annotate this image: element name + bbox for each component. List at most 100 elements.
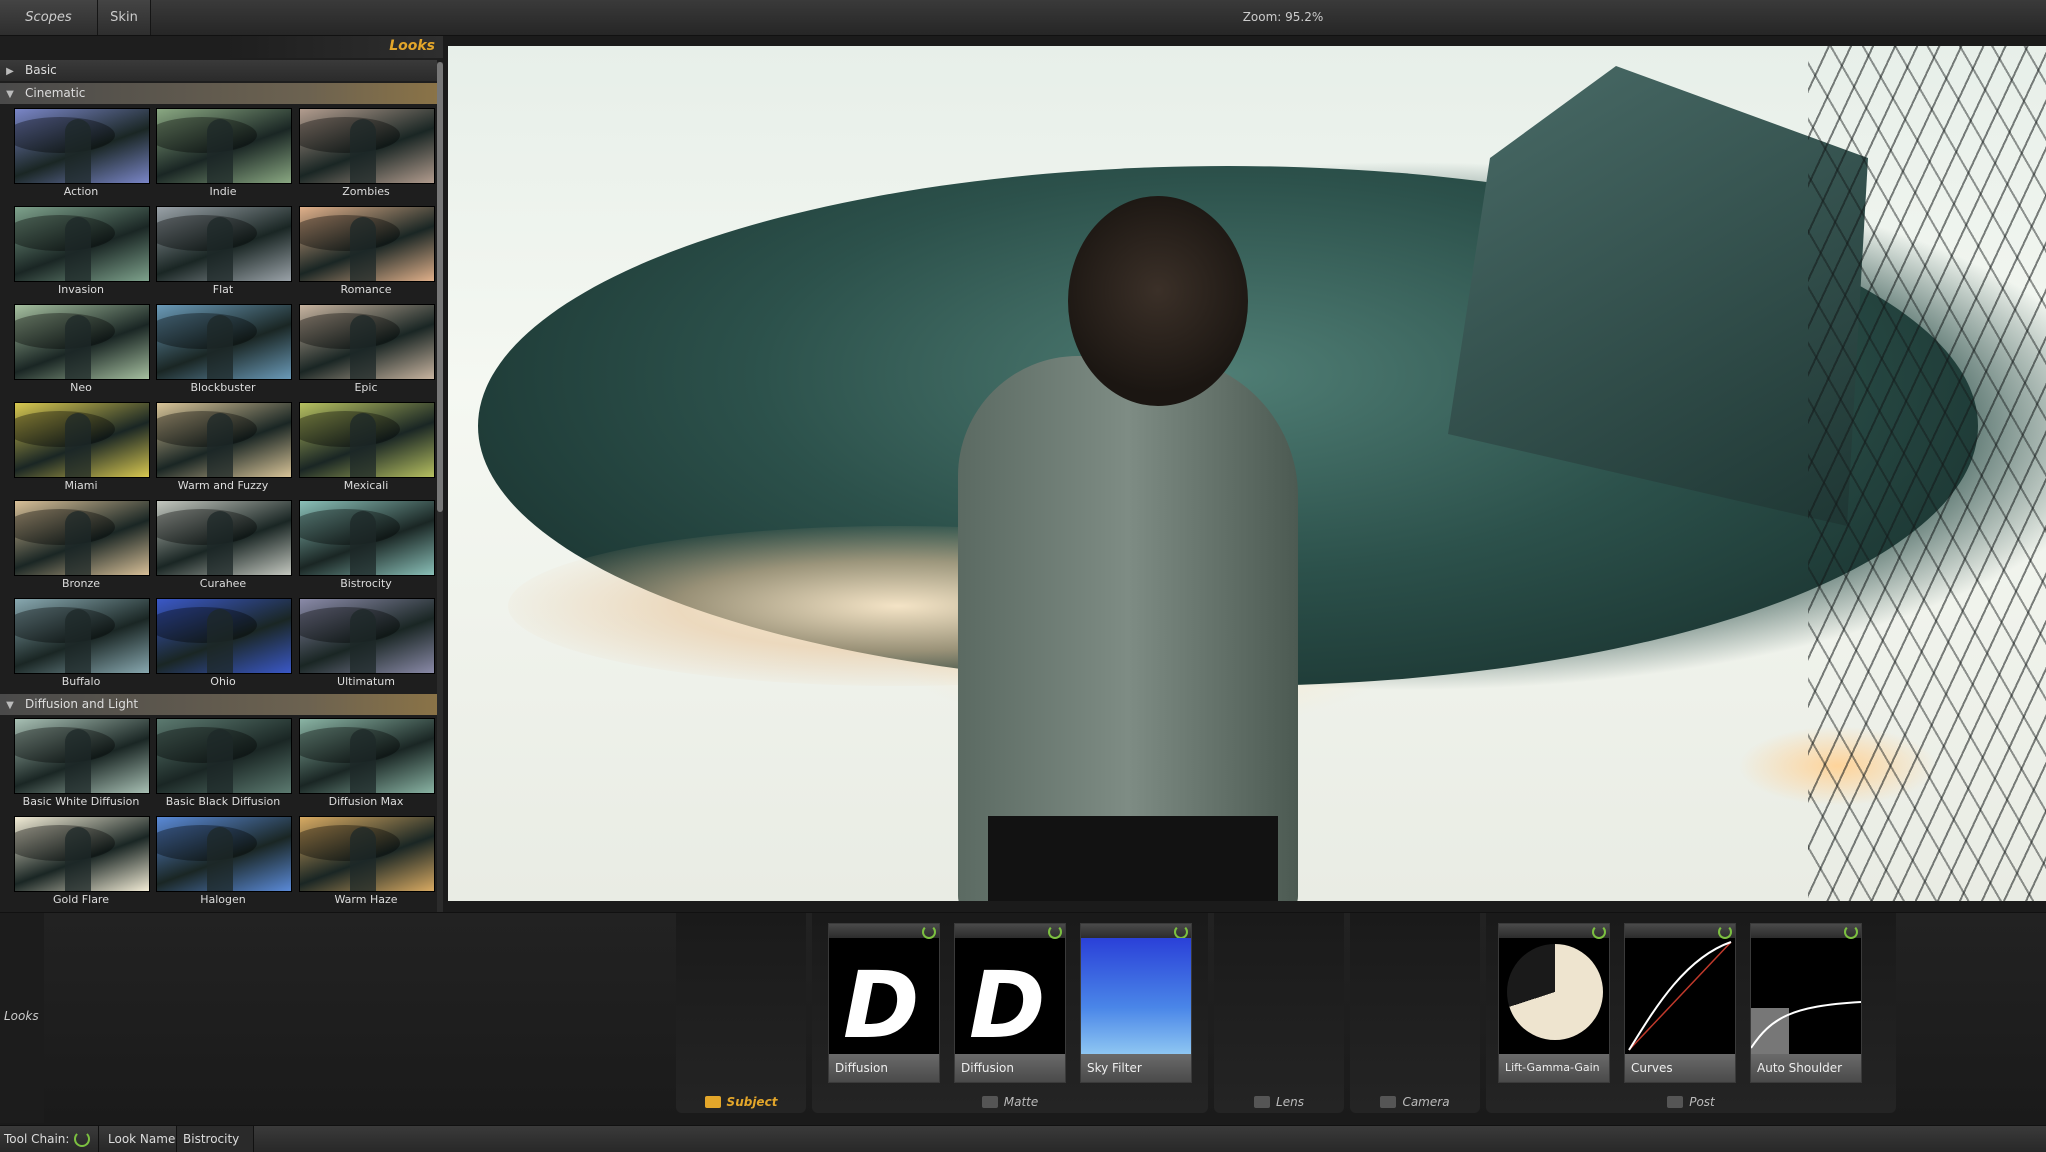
- tool-preview: [1751, 938, 1861, 1054]
- power-icon[interactable]: [1844, 925, 1858, 939]
- section-subject[interactable]: Subject: [676, 913, 806, 1113]
- expand-triangle-icon: ▶: [6, 66, 14, 77]
- status-bar: Tool Chain: Look Name: Bistrocity: [0, 1125, 2046, 1152]
- look-preview-image: [14, 718, 150, 794]
- look-thumbnail[interactable]: Blockbuster: [156, 304, 292, 402]
- scrollbar-thumb[interactable]: [437, 62, 443, 512]
- section-camera[interactable]: Camera: [1350, 913, 1480, 1113]
- look-thumbnail[interactable]: Flat: [156, 206, 292, 304]
- category-basic[interactable]: ▶ Basic: [0, 60, 437, 81]
- look-thumbnail[interactable]: Bistrocity: [299, 500, 435, 598]
- preview-person-shape: [207, 413, 233, 477]
- look-preview-image: [156, 108, 292, 184]
- preview-person-shape: [65, 511, 91, 575]
- tool-preview: D: [829, 938, 939, 1054]
- tool-preview: [1625, 938, 1735, 1054]
- look-thumbnail[interactable]: Action: [14, 108, 150, 206]
- tool-card-lift-gamma-gain[interactable]: Lift-Gamma-Gain: [1498, 923, 1610, 1083]
- look-preview-image: [156, 816, 292, 892]
- tool-card-sky-filter[interactable]: Sky Filter: [1080, 923, 1192, 1083]
- look-thumbnail[interactable]: Gold Flare: [14, 816, 150, 913]
- section-lens[interactable]: Lens: [1214, 913, 1344, 1113]
- look-thumbnail[interactable]: Mexicali: [299, 402, 435, 500]
- look-thumbnail[interactable]: Neo: [14, 304, 150, 402]
- tool-card-curves[interactable]: Curves: [1624, 923, 1736, 1083]
- look-name: Diffusion Max: [328, 795, 404, 808]
- look-preview-image: [14, 402, 150, 478]
- look-name-value: Bistrocity: [176, 1126, 254, 1152]
- look-name: Invasion: [58, 283, 104, 296]
- look-thumbnail[interactable]: Ultimatum: [299, 598, 435, 696]
- look-name: Romance: [340, 283, 392, 296]
- tool-card-auto-shoulder[interactable]: Auto Shoulder: [1750, 923, 1862, 1083]
- skin-button[interactable]: Skin: [98, 0, 151, 35]
- look-thumbnail[interactable]: Invasion: [14, 206, 150, 304]
- look-thumbnail[interactable]: Diffusion Max: [299, 718, 435, 816]
- preview-person-shape: [65, 413, 91, 477]
- look-preview-image: [299, 718, 435, 794]
- preview-person-shape: [207, 827, 233, 891]
- preview-person-shape: [65, 217, 91, 281]
- look-thumbnail[interactable]: Indie: [156, 108, 292, 206]
- power-icon[interactable]: [1718, 925, 1732, 939]
- look-thumbnail[interactable]: Zombies: [299, 108, 435, 206]
- look-thumbnail[interactable]: Warm and Fuzzy: [156, 402, 292, 500]
- look-preview-image: [299, 206, 435, 282]
- power-icon[interactable]: [1174, 925, 1188, 939]
- preview-person-shape: [65, 315, 91, 379]
- look-thumbnail[interactable]: Buffalo: [14, 598, 150, 696]
- power-icon[interactable]: [1592, 925, 1606, 939]
- look-preview-image: [299, 304, 435, 380]
- preview-person-shape: [207, 217, 233, 281]
- look-preview-image: [156, 598, 292, 674]
- preview-person-shape: [350, 315, 376, 379]
- section-label: Matte: [1003, 1095, 1039, 1109]
- look-name: Basic White Diffusion: [22, 795, 140, 808]
- power-icon[interactable]: [922, 925, 936, 939]
- look-thumbnail[interactable]: Warm Haze: [299, 816, 435, 913]
- sky-gradient-swatch: [1081, 938, 1191, 1054]
- looks-side-tab[interactable]: Looks: [0, 913, 44, 1123]
- preview-person-shape: [207, 511, 233, 575]
- tool-card-diffusion-1[interactable]: D Diffusion: [828, 923, 940, 1083]
- look-name: Flat: [212, 283, 234, 296]
- look-name: Indie: [209, 185, 237, 198]
- category-diffusion-and-light[interactable]: ▼ Diffusion and Light: [0, 694, 437, 715]
- look-thumbnail[interactable]: Epic: [299, 304, 435, 402]
- viewer-person-pants: [988, 816, 1278, 901]
- section-label: Lens: [1276, 1095, 1304, 1109]
- look-thumbnail[interactable]: Curahee: [156, 500, 292, 598]
- looks-panel-header: Looks: [222, 36, 443, 58]
- look-preview-image: [14, 304, 150, 380]
- look-thumbnail[interactable]: Halogen: [156, 816, 292, 913]
- looks-panel-title: Looks: [389, 38, 435, 54]
- matte-icon: [981, 1096, 998, 1108]
- lift-gamma-gain-icon: [1507, 944, 1603, 1040]
- camera-icon: [1380, 1096, 1397, 1108]
- tool-card-diffusion-2[interactable]: D Diffusion: [954, 923, 1066, 1083]
- tool-chain-label: Tool Chain:: [4, 1132, 70, 1146]
- tool-label: Curves: [1625, 1054, 1735, 1082]
- curves-icon: [1628, 941, 1732, 1051]
- look-name: Ohio: [210, 675, 236, 688]
- scopes-button[interactable]: Scopes: [0, 0, 98, 35]
- power-icon[interactable]: [1048, 925, 1062, 939]
- looks-scrollbar[interactable]: [437, 62, 443, 912]
- preview-person-shape: [350, 413, 376, 477]
- look-name: Epic: [354, 381, 378, 394]
- look-thumbnail[interactable]: Miami: [14, 402, 150, 500]
- look-thumbnail[interactable]: Romance: [299, 206, 435, 304]
- look-preview-image: [156, 718, 292, 794]
- look-name: Mexicali: [343, 479, 389, 492]
- look-thumbnail[interactable]: Basic Black Diffusion: [156, 718, 292, 816]
- look-name: Basic Black Diffusion: [165, 795, 281, 808]
- preview-person-shape: [65, 729, 91, 793]
- look-thumbnail[interactable]: Bronze: [14, 500, 150, 598]
- post-icon: [1667, 1096, 1684, 1108]
- tool-chain-power-icon[interactable]: [74, 1131, 90, 1147]
- look-thumbnail[interactable]: Ohio: [156, 598, 292, 696]
- category-cinematic[interactable]: ▼ Cinematic: [0, 83, 437, 104]
- look-thumbnail[interactable]: Basic White Diffusion: [14, 718, 150, 816]
- tool-label: Auto Shoulder: [1751, 1054, 1861, 1082]
- image-viewer[interactable]: [448, 46, 2046, 901]
